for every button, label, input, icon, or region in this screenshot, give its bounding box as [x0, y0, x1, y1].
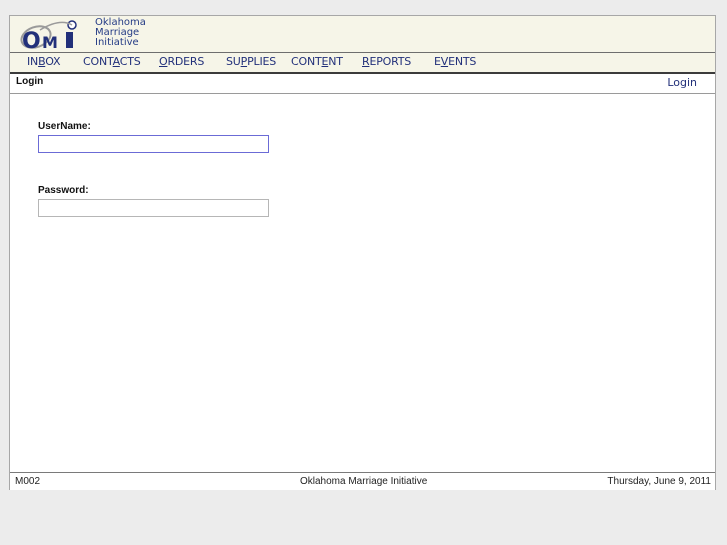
- omi-logo-icon: O M: [20, 20, 77, 50]
- header-banner: O M Oklahoma Marriage Initiative: [10, 16, 715, 53]
- menu-item-orders[interactable]: ORDERS: [159, 55, 204, 68]
- status-bar: M002 Oklahoma Marriage Initiative Thursd…: [10, 472, 715, 490]
- svg-text:O: O: [22, 29, 41, 50]
- menu-item-reports[interactable]: REPORTS: [362, 55, 411, 68]
- menu-item-contacts[interactable]: CONTACTS: [83, 55, 141, 68]
- menu-item-content[interactable]: CONTENT: [291, 55, 343, 68]
- svg-text:M: M: [42, 33, 58, 50]
- page-title-bar: Login Login: [10, 74, 715, 94]
- menu-item-supplies[interactable]: SUPPLIES: [226, 55, 276, 68]
- page-title: Login: [16, 76, 44, 87]
- status-date: Thursday, June 9, 2011: [607, 476, 711, 487]
- app-window: O M Oklahoma Marriage Initiative INBOX C…: [9, 15, 716, 490]
- logo-wordmark: Oklahoma Marriage Initiative: [95, 18, 146, 48]
- menu-item-events[interactable]: EVENTS: [434, 55, 476, 68]
- password-input[interactable]: [38, 199, 269, 217]
- menu-item-inbox[interactable]: INBOX: [27, 55, 61, 68]
- username-input[interactable]: [38, 135, 269, 153]
- status-org-name: Oklahoma Marriage Initiative: [300, 476, 428, 487]
- logo-line-3: Initiative: [95, 37, 139, 48]
- password-label: Password:: [38, 185, 89, 196]
- login-link[interactable]: Login: [667, 76, 697, 89]
- main-menu-bar: INBOX CONTACTS ORDERS SUPPLIES CONTENT R…: [10, 53, 715, 74]
- username-label: UserName:: [38, 121, 91, 132]
- status-code: M002: [15, 476, 41, 487]
